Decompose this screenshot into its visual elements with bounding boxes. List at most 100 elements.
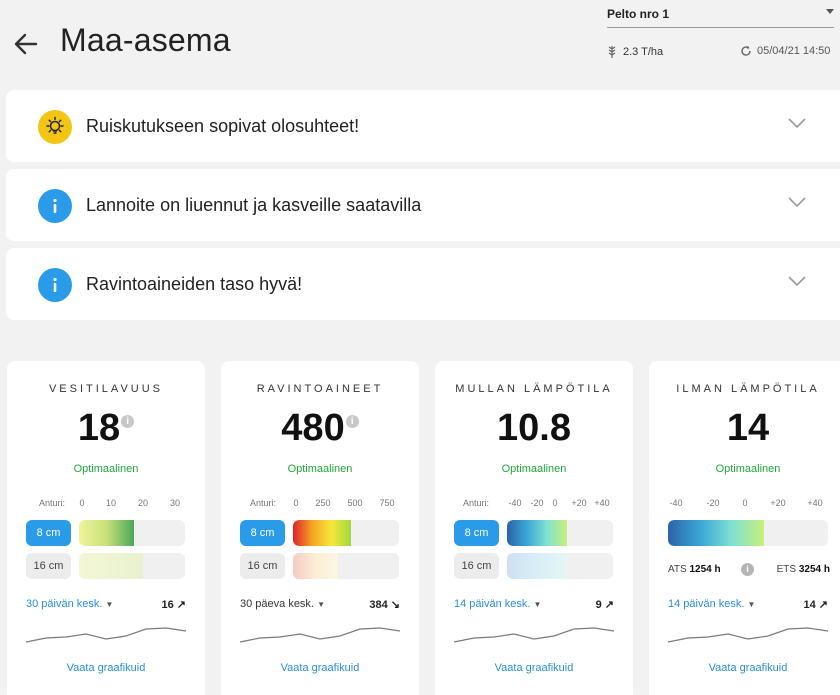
trend-arrow-icon: ↗ — [818, 599, 828, 611]
level-bar-fill — [507, 520, 568, 546]
alert-text: Lannoite on liuennut ja kasveille saatav… — [86, 195, 422, 215]
depth-button-8cm[interactable]: 8 cm — [26, 520, 71, 546]
refresh-indicator[interactable]: 05/04/21 14:50 — [740, 45, 830, 57]
level-bar-fill — [79, 520, 135, 546]
average-number: 9 — [595, 599, 602, 611]
card-value-number: 10.8 — [497, 407, 571, 449]
chevron-down-icon — [826, 9, 834, 14]
status-text: Optimaalinen — [715, 463, 781, 475]
view-charts-link[interactable]: Vaata graafikuid — [221, 662, 419, 674]
scale-label: +40 — [594, 498, 610, 508]
view-charts-link[interactable]: Vaata graafikuid — [649, 662, 840, 674]
info-icon[interactable]: i — [345, 415, 359, 428]
chevron-down-icon[interactable] — [787, 195, 807, 209]
yield-indicator: 2.3 T/ha — [607, 45, 663, 59]
ats-value: 1254 h — [689, 564, 721, 575]
scale-label: 500 — [347, 498, 363, 508]
card-value-number: 18 — [77, 407, 121, 449]
average-period-label: 30 päeva kesk. — [240, 598, 314, 610]
ats-stat: ATS 1254 h — [668, 564, 721, 575]
average-period-label: 14 päivän kesk. — [668, 598, 745, 610]
level-bar-fill — [79, 553, 143, 579]
caret-down-icon: ▼ — [747, 600, 756, 609]
scale-label: 0 — [552, 498, 558, 508]
average-number: 14 — [803, 599, 816, 611]
alert-fertilizer[interactable]: Lannoite on liuennut ja kasveille saatav… — [6, 169, 840, 241]
depth-button-8cm[interactable]: 8 cm — [454, 520, 499, 546]
alert-text: Ruiskutukseen sopivat olosuhteet! — [86, 116, 360, 136]
sparkline-path — [240, 627, 400, 643]
info-icon[interactable]: i — [741, 563, 754, 576]
info-icon — [38, 189, 72, 223]
card-value-number: 480 — [281, 407, 345, 449]
status-text: Optimaalinen — [501, 463, 567, 475]
card-value: 10.8 — [435, 407, 633, 450]
average-number: 16 — [161, 599, 174, 611]
average-period-dropdown[interactable]: 30 päeva kesk. ▼ — [240, 598, 325, 610]
yield-value: 2.3 T/ha — [623, 46, 664, 58]
card-value-number: 14 — [726, 407, 770, 449]
depth-button-16cm[interactable]: 16 cm — [26, 553, 71, 579]
scale-label: 20 — [137, 498, 149, 508]
card-nutrients: RAVINTOAINEET 480 i Optimaalinen Anturi: … — [221, 361, 419, 695]
scale-label: +20 — [770, 498, 786, 508]
ets-label: ETS — [776, 564, 797, 575]
header: Maa-asema Pelto nro 1 2.3 T/ha 05/04/21 … — [0, 0, 840, 88]
scale-label: -40 — [669, 498, 683, 508]
chevron-down-icon[interactable] — [787, 116, 807, 130]
view-charts-link[interactable]: Vaata graafikuid — [435, 662, 633, 674]
field-select[interactable]: Pelto nro 1 — [607, 5, 834, 28]
level-bar — [79, 520, 185, 546]
alert-spraying[interactable]: Ruiskutukseen sopivat olosuhteet! — [6, 90, 840, 162]
trend-arrow-icon: ↗ — [176, 599, 186, 611]
card-title: ILMAN LÄMPÖTILA — [676, 383, 820, 395]
card-air-temperature: ILMAN LÄMPÖTILA 14 Optimaalinen -40 -20 … — [649, 361, 840, 695]
scale-label: 0 — [79, 498, 85, 508]
back-arrow-icon[interactable] — [12, 30, 40, 58]
ets-stat: ETS 3254 h — [777, 564, 830, 575]
average-period-dropdown[interactable]: 30 päivän kesk. ▼ — [26, 598, 113, 610]
sparkline-path — [26, 627, 186, 643]
scale-label: 750 — [379, 498, 395, 508]
average-period-dropdown[interactable]: 14 päivän kesk. ▼ — [454, 598, 541, 610]
depth-button-16cm[interactable]: 16 cm — [240, 553, 285, 579]
depth-button-8cm[interactable]: 8 cm — [240, 520, 285, 546]
depth-button-16cm[interactable]: 16 cm — [454, 553, 499, 579]
scale-label: 250 — [315, 498, 331, 508]
chevron-down-icon[interactable] — [787, 274, 807, 288]
card-soil-temperature: MULLAN LÄMPÖTILA 10.8 Optimaalinen Antur… — [435, 361, 633, 695]
sparkline-path — [668, 627, 828, 643]
caret-down-icon: ▼ — [317, 600, 325, 609]
view-charts-link[interactable]: Vaata graafikuid — [7, 662, 205, 674]
card-value: 480 i — [221, 407, 419, 450]
sparkline — [668, 627, 828, 643]
updated-timestamp: 05/04/21 14:50 — [757, 45, 831, 57]
scale-label: Anturi: — [462, 498, 490, 508]
lightbulb-icon — [38, 110, 72, 144]
level-bar — [293, 553, 399, 579]
scale-label: 30 — [169, 498, 181, 508]
average-period-dropdown[interactable]: 14 päivän kesk. ▼ — [668, 598, 755, 610]
info-icon[interactable]: i — [121, 415, 135, 428]
status-text: Optimaalinen — [287, 463, 353, 475]
scale-label: Anturi: — [38, 498, 66, 508]
card-water: VESITILAVUUS 18 i Optimaalinen Anturi: 0 … — [7, 361, 205, 695]
average-period-label: 30 päivän kesk. — [26, 598, 103, 610]
level-bar — [507, 553, 613, 579]
level-bar-fill — [507, 553, 568, 579]
refresh-icon[interactable] — [740, 45, 752, 57]
average-value: 384 ↘ — [369, 598, 400, 611]
sparkline-path — [454, 627, 614, 643]
page-title: Maa-asema — [60, 22, 231, 58]
info-icon — [38, 268, 72, 302]
caret-down-icon: ▼ — [105, 600, 114, 609]
trend-arrow-icon: ↘ — [390, 599, 400, 611]
average-number: 384 — [369, 599, 388, 611]
card-title: VESITILAVUUS — [48, 383, 164, 395]
level-bar-fill — [293, 520, 352, 546]
field-select-value: Pelto nro 1 — [607, 7, 670, 21]
alert-nutrients[interactable]: Ravintoaineiden taso hyvä! — [6, 248, 840, 320]
average-period-label: 14 päivän kesk. — [454, 598, 531, 610]
level-bar-fill — [293, 553, 338, 579]
level-bar-fill — [668, 520, 764, 546]
